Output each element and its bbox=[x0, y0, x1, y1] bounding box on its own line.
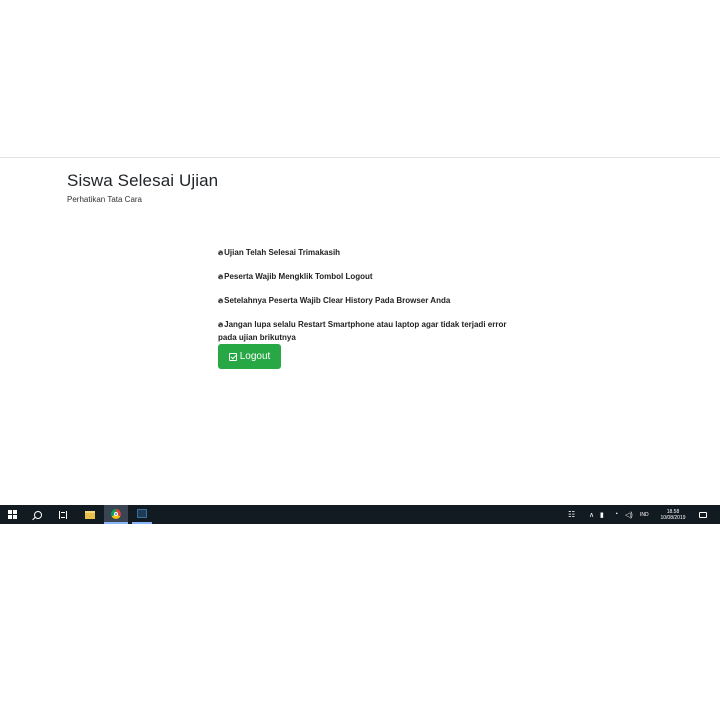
people-icon[interactable]: ☷ bbox=[568, 505, 575, 524]
logout-button[interactable]: Logout bbox=[218, 344, 281, 369]
instruction-item: 🔥︎Peserta Wajib Mengklik Tombol Logout bbox=[218, 271, 518, 284]
blank-area bbox=[0, 524, 720, 720]
instruction-item: 🔥︎Jangan lupa selalu Restart Smartphone … bbox=[218, 319, 518, 344]
instruction-item: 🔥︎Setelahnya Peserta Wajib Clear History… bbox=[218, 295, 518, 308]
screen: Siswa Selesai Ujian Perhatikan Tata Cara… bbox=[0, 0, 720, 720]
instruction-list: 🔥︎Ujian Telah Selesai Trimakasih 🔥︎Peser… bbox=[218, 247, 518, 355]
check-square-icon bbox=[228, 352, 237, 361]
task-view-icon[interactable] bbox=[56, 505, 70, 524]
language-indicator[interactable]: IND bbox=[640, 505, 649, 524]
chrome-icon[interactable] bbox=[104, 505, 128, 524]
battery-icon[interactable]: ▮ bbox=[600, 505, 604, 524]
file-explorer-icon[interactable] bbox=[81, 505, 99, 524]
instruction-text: Jangan lupa selalu Restart Smartphone at… bbox=[218, 320, 507, 342]
search-icon[interactable] bbox=[31, 505, 45, 524]
browser-page: Siswa Selesai Ujian Perhatikan Tata Cara… bbox=[0, 0, 720, 505]
header-divider bbox=[0, 157, 720, 158]
instruction-text: Setelahnya Peserta Wajib Clear History P… bbox=[224, 296, 451, 305]
fire-icon: 🔥︎ bbox=[218, 274, 224, 281]
page-subtitle: Perhatikan Tata Cara bbox=[67, 195, 143, 204]
instruction-text: Peserta Wajib Mengklik Tombol Logout bbox=[224, 272, 373, 281]
taskbar: ☷ ∧ ▮ ◔ ◁) IND 18.58 10/08/2019 bbox=[0, 505, 720, 524]
instruction-text: Ujian Telah Selesai Trimakasih bbox=[224, 248, 341, 257]
chevron-up-icon[interactable]: ∧ bbox=[589, 505, 594, 524]
wifi-icon[interactable]: ◔ bbox=[614, 505, 618, 524]
logout-label: Logout bbox=[239, 351, 271, 362]
instruction-item: 🔥︎Ujian Telah Selesai Trimakasih bbox=[218, 247, 518, 260]
notification-icon[interactable] bbox=[698, 505, 708, 524]
start-icon[interactable] bbox=[5, 505, 19, 524]
page-title: Siswa Selesai Ujian bbox=[67, 171, 219, 190]
fire-icon: 🔥︎ bbox=[218, 250, 224, 257]
fire-icon: 🔥︎ bbox=[218, 298, 224, 305]
clock-date: 10/08/2019 bbox=[660, 514, 686, 521]
volume-icon[interactable]: ◁) bbox=[625, 505, 633, 524]
clock[interactable]: 18.58 10/08/2019 bbox=[655, 505, 691, 524]
app-icon[interactable] bbox=[132, 505, 152, 524]
fire-icon: 🔥︎ bbox=[218, 322, 224, 329]
